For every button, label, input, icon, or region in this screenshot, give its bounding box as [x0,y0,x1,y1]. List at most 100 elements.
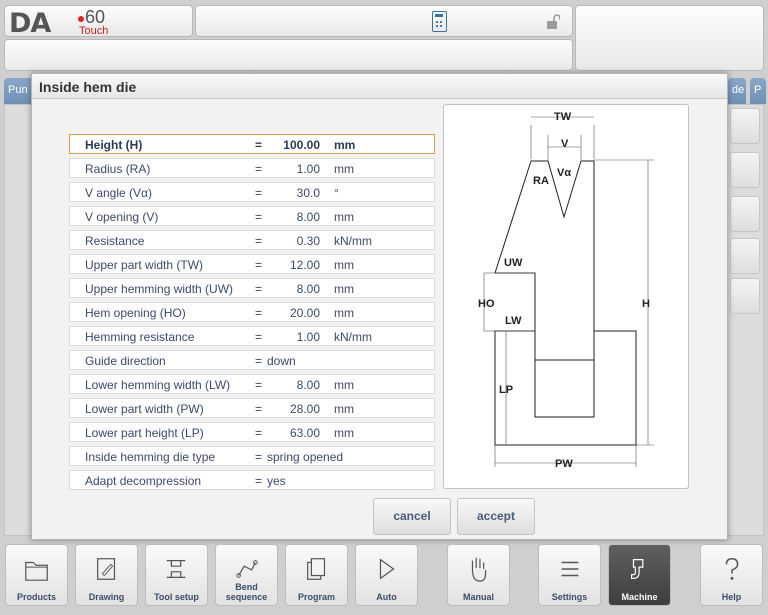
param-row[interactable]: V opening (V) = 8.00 mm [69,206,435,226]
param-row[interactable]: Hemming resistance = 1.00 kN/mm [69,326,435,346]
param-value: 28.00 [289,402,320,416]
toolbar-drawing-button[interactable]: Drawing [75,544,138,606]
background-tab-left-label: Pun [8,84,28,96]
logo-dot [78,16,84,22]
play-icon [379,558,395,580]
param-equals: = [255,402,263,416]
logo-variant: Touch [79,25,109,37]
unlocked-padlock-icon[interactable] [546,14,560,30]
param-unit: mm [334,426,354,440]
param-row[interactable]: Lower part height (LP) = 63.00 mm [69,422,435,442]
calculator-icon[interactable] [432,11,447,32]
toolbar-bend-sequence-button[interactable]: Bend sequence [215,544,278,606]
param-row[interactable]: Resistance = 0.30 kN/mm [69,230,435,250]
param-equals: = [255,330,263,344]
param-unit: mm [334,210,354,224]
param-label: Hem opening (HO) [85,306,186,320]
param-row[interactable]: Guide direction = down [69,350,435,370]
help-question-icon [725,557,739,580]
param-row[interactable]: Lower part width (PW) = 28.00 mm [69,398,435,418]
background-button-3[interactable] [730,196,760,232]
background-button-2[interactable] [730,152,760,188]
param-unit: mm [334,258,354,272]
param-value: 8.00 [296,282,320,296]
toolbar-products-button[interactable]: Products [5,544,68,606]
param-value: 20.00 [289,306,320,320]
label-uw: UW [504,257,523,269]
param-label: Lower part height (LP) [85,426,204,440]
toolbar-label: Program [297,592,335,602]
toolbar-program-button[interactable]: Program [285,544,348,606]
param-row[interactable]: Lower hemming width (LW) = 8.00 mm [69,374,435,394]
param-unit: kN/mm [334,234,372,248]
param-row[interactable]: Upper part width (TW) = 12.00 mm [69,254,435,274]
toolbar-label: Drawing [88,592,125,602]
param-unit: mm [334,162,354,176]
background-tab-left[interactable]: Pun [4,78,34,104]
toolbar-settings-button[interactable]: Settings [538,544,601,606]
settings-list-icon [561,561,579,577]
label-lp: LP [499,384,513,396]
param-label: Lower hemming width (LW) [85,378,231,392]
param-row[interactable]: V angle (Vα) = 30.0 ° [69,182,435,202]
param-unit: kN/mm [334,330,372,344]
param-row[interactable]: Radius (RA) = 1.00 mm [69,158,435,178]
param-value: 100.00 [283,138,320,152]
cancel-button[interactable]: cancel [373,498,451,535]
param-equals: = [255,234,263,248]
param-label: Adapt decompression [85,474,202,488]
toolbar-machine-button[interactable]: Machine [608,544,671,606]
label-va: Vα [557,167,571,179]
toolbar-manual-button[interactable]: Manual [447,544,510,606]
die-drawing: TW V RA Vα UW HO LW H LP PW [443,104,689,489]
dialog-title: Inside hem die [32,74,727,99]
accept-button[interactable]: accept [457,498,535,535]
param-row[interactable]: Inside hemming die type = spring opened [69,446,435,466]
background-tab-right-2[interactable]: P [750,78,766,104]
param-equals: = [255,474,263,488]
background-button-4[interactable] [730,238,760,274]
param-label: V opening (V) [85,210,159,224]
param-row[interactable]: Upper hemming width (UW) = 8.00 mm [69,278,435,298]
program-pages-icon [307,558,326,580]
label-v: V [561,138,569,150]
pencil-drawing-icon [97,558,116,580]
param-equals: = [255,210,263,224]
background-tab-right-2-label: P [754,84,762,96]
label-ra: RA [533,175,549,187]
background-button-1[interactable] [730,108,760,144]
tool-setup-icon [166,559,186,579]
param-equals: = [255,354,263,368]
param-label: Lower part width (PW) [85,402,204,416]
param-label: Resistance [85,234,145,248]
hand-icon [471,557,487,582]
param-equals: = [255,186,263,200]
param-value: 1.00 [296,330,320,344]
label-pw: PW [555,458,573,470]
toolbar-auto-button[interactable]: Auto [355,544,418,606]
param-value: 63.00 [289,426,320,440]
toolbar-label: Products [16,592,56,602]
label-tw: TW [554,111,572,123]
folder-icon [25,561,48,581]
bend-sequence-icon [236,560,258,578]
param-equals: = [255,450,263,464]
param-equals: = [255,306,263,320]
header-right-panel [575,5,764,71]
label-h: H [642,298,650,310]
toolbar-help-button[interactable]: Help [700,544,763,606]
parameter-list[interactable]: Height (H) = 100.00 mm Radius (RA) = 1.00 mm V a… [69,134,435,490]
label-lw: LW [505,315,522,327]
toolbar-label: Auto [376,592,397,602]
toolbar-tool-setup-button[interactable]: Tool setup [145,544,208,606]
background-button-5[interactable] [730,278,760,314]
param-unit: mm [334,378,354,392]
background-tab-right-1[interactable]: de [728,78,746,104]
param-row[interactable]: Hem opening (HO) = 20.00 mm [69,302,435,322]
param-row[interactable]: Adapt decompression = yes [69,470,435,490]
toolbar-label: Bend sequence [225,582,268,602]
param-label: Guide direction [85,354,166,368]
logo-panel: DA 60 Touch [4,5,193,39]
param-row[interactable]: Height (H) = 100.00 mm [69,134,435,154]
param-label: Hemming resistance [85,330,195,344]
